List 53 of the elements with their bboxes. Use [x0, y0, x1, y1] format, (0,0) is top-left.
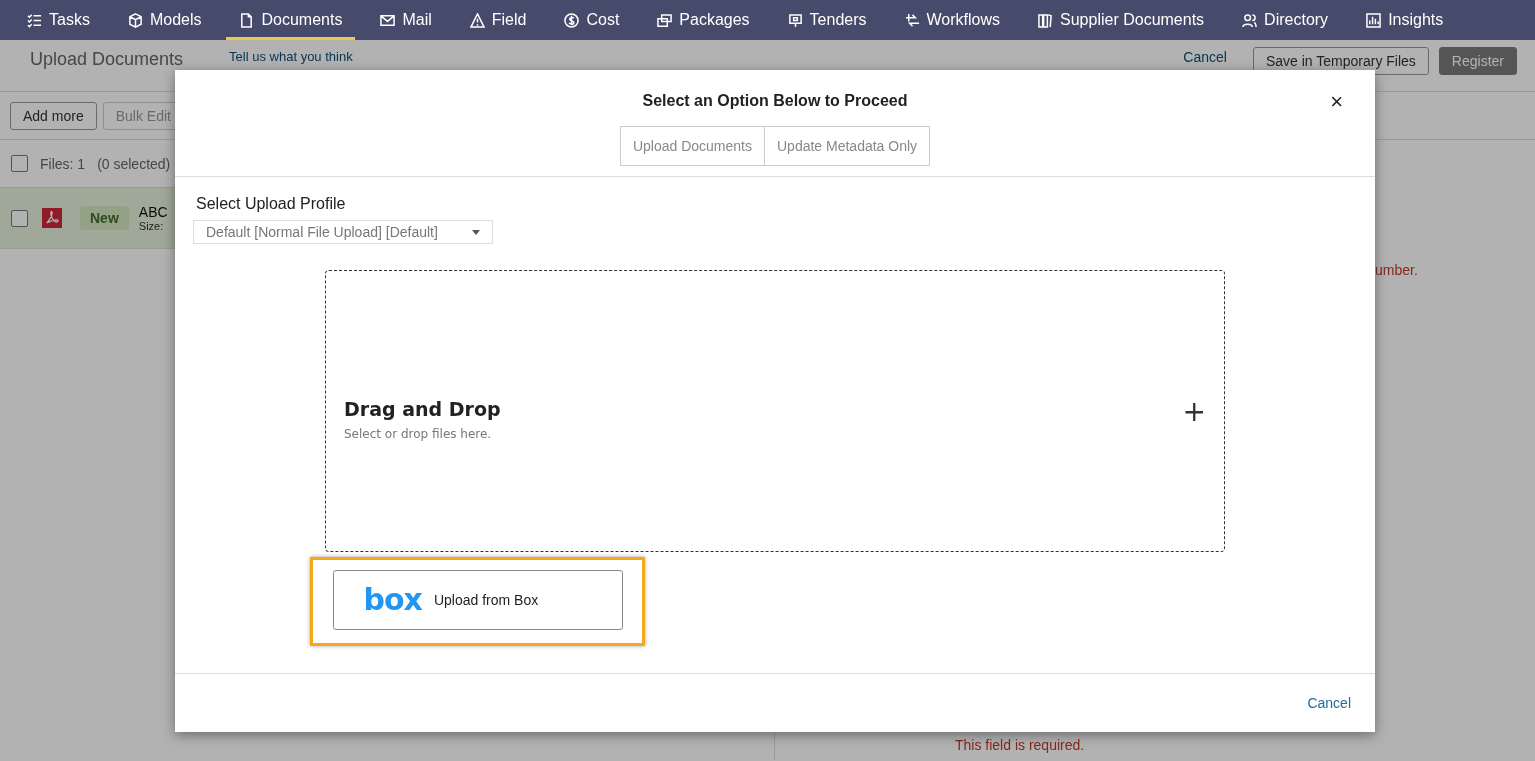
cancel-link[interactable]: Cancel	[1307, 695, 1351, 711]
field-label: Select Upload Profile	[196, 195, 347, 213]
feedback-link[interactable]: Tell us what you think	[229, 49, 353, 64]
profile-dropdown[interactable]: Default [Normal File Upload] [Default]	[193, 220, 493, 244]
arrows-icon	[904, 12, 920, 28]
list-icon	[27, 12, 42, 28]
nav-tab[interactable]: Tasks	[14, 0, 103, 40]
status-tag: New	[80, 206, 129, 230]
nav-tab[interactable]: Field	[456, 0, 540, 40]
nav-tab[interactable]: Documents	[226, 0, 356, 40]
nav-tab[interactable]: Insights	[1353, 0, 1457, 40]
box-logo: box	[363, 585, 422, 615]
drop-zone[interactable]: Drag and Drop Select or drop files here. +	[325, 270, 1225, 552]
option-tab[interactable]: Update Metadata Only	[765, 126, 931, 166]
file-size: Size:	[138, 220, 165, 232]
bar-chart-icon	[1366, 12, 1382, 28]
pdf-file-icon	[42, 208, 62, 228]
files-count: Files: 1	[40, 155, 86, 172]
nav-tab[interactable]: Cost	[551, 0, 633, 40]
dialog-title: Select an Option Below to Proceed	[642, 92, 908, 110]
cube-icon	[127, 12, 143, 28]
selected-count: (0 selected)	[97, 155, 171, 172]
cancel-link[interactable]: Cancel	[1183, 49, 1227, 65]
document-icon	[239, 12, 255, 28]
error-message: This field is required.	[955, 737, 1085, 753]
file-name: ABC	[138, 204, 168, 220]
envelope-icon	[380, 12, 396, 28]
plus-icon: +	[1182, 394, 1206, 428]
presentation-icon	[787, 12, 803, 28]
drop-zone-title: Drag and Drop	[344, 397, 502, 420]
error-message: umber.	[1375, 262, 1418, 278]
binders-icon	[1038, 12, 1054, 28]
file-checkbox[interactable]	[11, 209, 28, 227]
warning-icon	[469, 12, 485, 28]
select-all-checkbox[interactable]	[11, 155, 28, 172]
option-tab[interactable]: Upload Documents	[619, 126, 765, 166]
drop-zone-hint: Select or drop files here.	[344, 426, 493, 441]
page-title: Upload Documents	[30, 49, 184, 70]
close-button[interactable]: ×	[1324, 88, 1349, 116]
nav-tab[interactable]: Workflows	[891, 0, 1014, 40]
nav-tab[interactable]: Packages	[644, 0, 763, 40]
nav-tab[interactable]: Supplier Documents	[1025, 0, 1218, 40]
nav-tab[interactable]: Models	[114, 0, 215, 40]
people-icon	[1242, 12, 1258, 28]
add-more-button[interactable]: Add more	[10, 101, 97, 130]
upload-from-box-button[interactable]: box Upload from Box	[332, 570, 623, 630]
nav-tab[interactable]: Directory	[1229, 0, 1342, 40]
dollar-icon	[564, 12, 580, 28]
stacked-boxes-icon	[657, 12, 673, 28]
caret-icon	[472, 229, 480, 235]
save-button[interactable]: Save in Temporary Files	[1252, 47, 1429, 75]
nav-tab[interactable]: Mail	[367, 0, 445, 40]
nav-tab[interactable]: Tenders	[774, 0, 880, 40]
